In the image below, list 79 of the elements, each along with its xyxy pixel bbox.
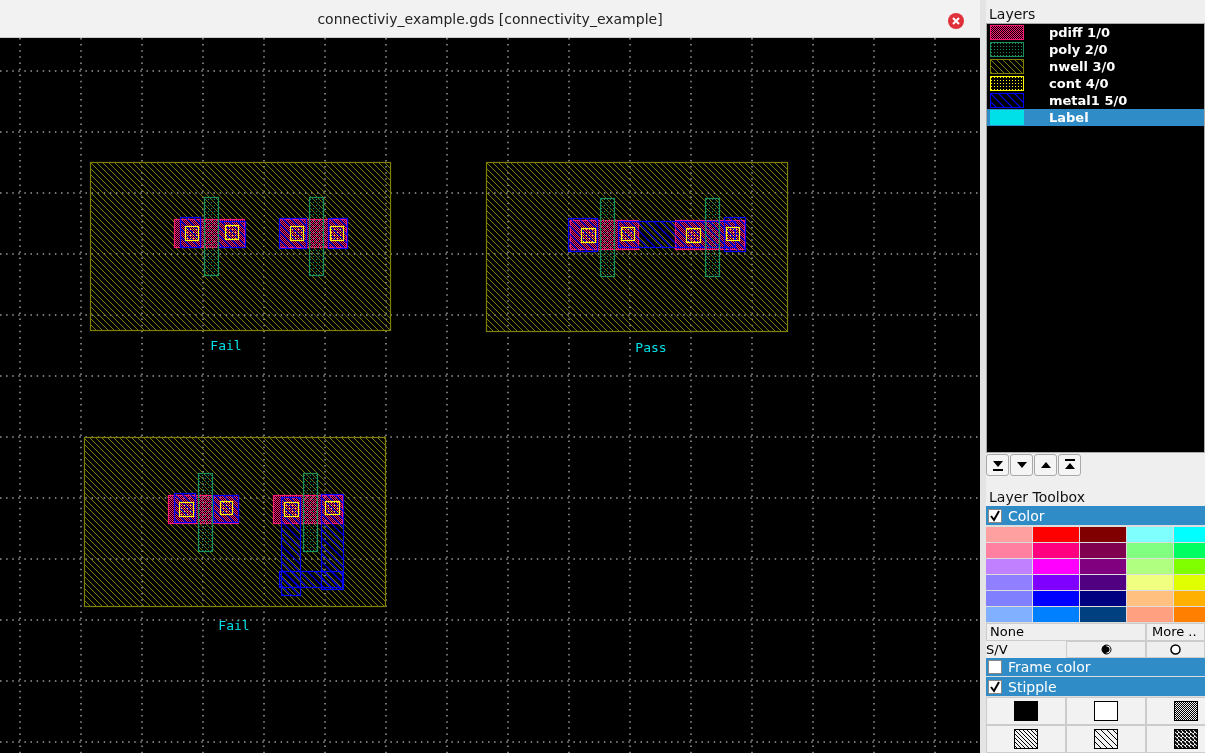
layer-row[interactable]: poly 2/0 — [987, 41, 1204, 58]
color-swatch[interactable] — [1033, 558, 1079, 574]
color-swatch[interactable] — [1033, 574, 1079, 590]
color-swatch[interactable] — [1127, 542, 1173, 558]
stipple-button[interactable] — [1146, 725, 1205, 753]
layer-name: pdiff 1/0 — [1049, 25, 1110, 40]
stipple-pattern-icon — [1094, 729, 1118, 749]
stipple-button[interactable] — [986, 725, 1066, 753]
move-up-button[interactable] — [1034, 454, 1057, 477]
color-swatch[interactable] — [1174, 606, 1205, 622]
cell-label: Fail — [210, 338, 242, 353]
color-swatch[interactable] — [986, 574, 1032, 590]
color-swatch[interactable] — [1080, 526, 1126, 542]
color-swatch[interactable] — [1033, 606, 1079, 622]
color-swatch[interactable] — [1174, 542, 1205, 558]
checkbox[interactable] — [988, 679, 1002, 694]
section-header[interactable]: Color — [986, 506, 1205, 526]
color-swatch[interactable] — [1080, 542, 1126, 558]
circle-icon — [1170, 643, 1181, 655]
move-down-button[interactable] — [1010, 454, 1033, 477]
color-swatch[interactable] — [986, 542, 1032, 558]
stipple-button[interactable] — [986, 697, 1066, 725]
layer-name: poly 2/0 — [1049, 42, 1108, 57]
color-swatch[interactable] — [1033, 590, 1079, 606]
cell-label: Fail — [218, 618, 250, 633]
toolbox-title: Layer Toolbox — [988, 488, 1086, 507]
stipple-pattern-icon — [1014, 729, 1038, 749]
checkbox[interactable] — [988, 508, 1002, 523]
color-swatch[interactable] — [986, 590, 1032, 606]
layer-row[interactable]: Label — [987, 109, 1204, 126]
section-header[interactable]: Frame color — [986, 657, 1205, 678]
layer-name: cont 4/0 — [1049, 76, 1109, 91]
color-swatch[interactable] — [1080, 574, 1126, 590]
section-label: Color — [1008, 507, 1045, 524]
section-header[interactable]: Stipple — [986, 677, 1205, 697]
section-label: Frame color — [1008, 659, 1091, 675]
close-icon[interactable] — [948, 13, 964, 29]
color-swatch[interactable] — [1174, 574, 1205, 590]
layer-name: metal1 5/0 — [1049, 93, 1128, 108]
layers-title: Layers — [988, 5, 1037, 23]
color-swatch[interactable] — [1127, 574, 1173, 590]
move-top-button[interactable] — [1058, 454, 1081, 477]
stipple-button[interactable] — [1066, 725, 1146, 753]
color-swatch[interactable] — [1174, 526, 1205, 542]
color-swatch[interactable] — [1127, 606, 1173, 622]
layer-row[interactable]: cont 4/0 — [987, 75, 1204, 92]
color-swatch[interactable] — [1127, 590, 1173, 606]
color-swatch[interactable] — [1080, 590, 1126, 606]
color-swatch[interactable] — [1080, 558, 1126, 574]
half-circle-icon — [1100, 643, 1112, 655]
color-swatch[interactable] — [1174, 558, 1205, 574]
sv-label: S/V — [986, 641, 1009, 657]
color-swatch[interactable] — [1033, 526, 1079, 542]
checkbox[interactable] — [988, 660, 1002, 674]
stipple-pattern-icon — [1094, 701, 1118, 721]
layer-row[interactable]: nwell 3/0 — [987, 58, 1204, 75]
stipple-pattern-icon — [1014, 701, 1038, 721]
move-bottom-button[interactable] — [986, 454, 1009, 477]
stipple-pattern-icon — [1174, 729, 1198, 749]
cell-label: Pass — [635, 340, 667, 355]
layer-row[interactable]: pdiff 1/0 — [987, 24, 1204, 41]
window-title: connectiviy_example.gds [connectivity_example] — [317, 10, 663, 27]
layer-row[interactable]: metal1 5/0 — [987, 92, 1204, 109]
stipple-button[interactable] — [1146, 697, 1205, 725]
arrow-to-bottom-icon — [990, 458, 1005, 473]
color-swatch[interactable] — [986, 606, 1032, 622]
layer-name: Label — [1049, 110, 1089, 125]
stipple-pattern-icon — [1174, 701, 1198, 721]
color-swatch[interactable] — [1127, 558, 1173, 574]
stipple-button[interactable] — [1066, 697, 1146, 725]
color-swatch[interactable] — [986, 558, 1032, 574]
color-swatch[interactable] — [1174, 590, 1205, 606]
color-swatch[interactable] — [986, 526, 1032, 542]
color-swatch[interactable] — [1080, 606, 1126, 622]
color-swatch[interactable] — [1127, 526, 1173, 542]
layer-name: nwell 3/0 — [1049, 59, 1116, 74]
layout-canvas[interactable]: Fail Pass Fail — [0, 38, 980, 753]
section-label: Stipple — [1008, 678, 1057, 695]
color-swatch[interactable] — [1033, 542, 1079, 558]
